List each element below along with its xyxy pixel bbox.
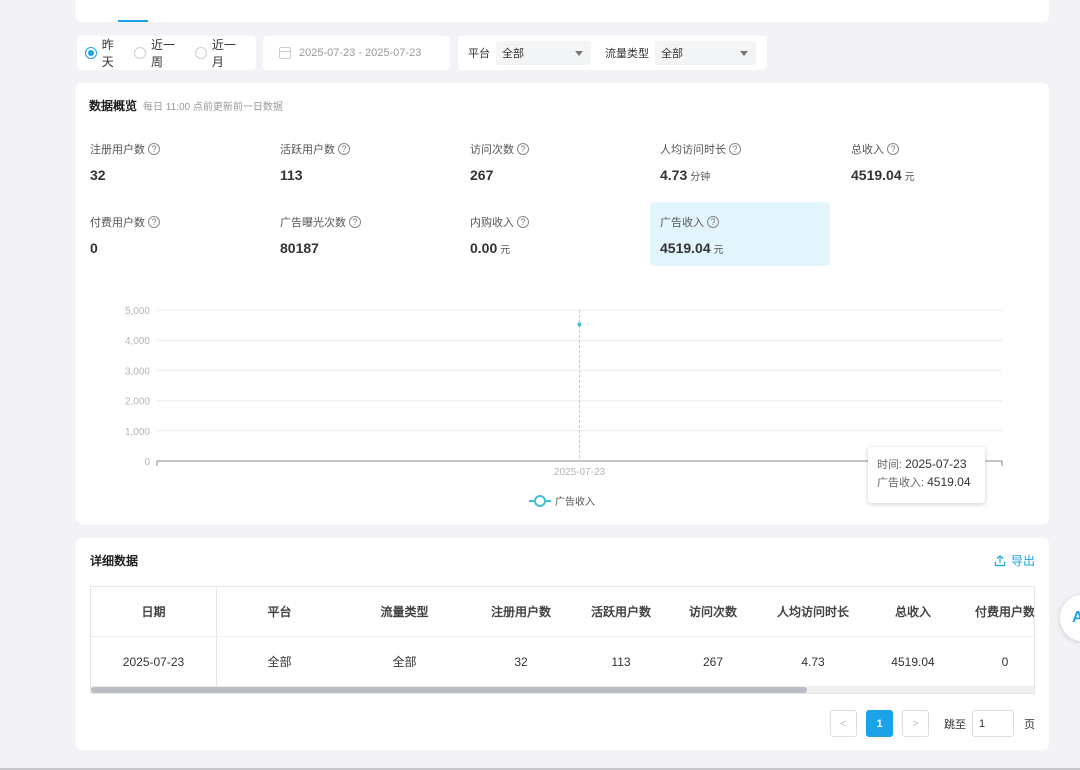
x-tick-label: 2025-07-23 [554, 467, 606, 478]
table-header-row: 日期 平台 流量类型 注册用户数 活跃用户数 访问次数 人均访问时长 总收入 付费用户数 [91, 587, 1034, 637]
jump-label: 跳至 [944, 718, 966, 731]
page-1-button[interactable]: 1 [866, 710, 893, 737]
prev-page-button[interactable]: < [830, 710, 857, 737]
table-cell: 267 [702, 654, 724, 669]
detail-table: 日期 平台 流量类型 注册用户数 活跃用户数 访问次数 人均访问时长 总收入 付费用户数 202… [90, 586, 1035, 694]
pagination: < 1 > 跳至 1 页 [821, 710, 1035, 737]
table-row: 2025-07-23 全部 全部 32 113 267 4.73 4519.04 0 [91, 637, 1034, 687]
detail-title: 详细数据 [90, 554, 139, 568]
export-icon [994, 554, 1006, 566]
chart-tooltip: 时间: 2025-07-23 广告收入: 4519.04 [868, 447, 985, 503]
table-cell: 0 [1001, 654, 1009, 669]
column-header: 付费用户数 [974, 605, 1035, 619]
column-header: 访问次数 [688, 605, 737, 619]
table-cell: 4.73 [801, 654, 825, 669]
column-header: 流量类型 [380, 605, 429, 619]
table-cell: 2025-07-23 [91, 637, 217, 686]
y-tick-label: 5,000 [125, 306, 150, 317]
y-tick-label: 4,000 [125, 336, 150, 347]
column-header: 活跃用户数 [590, 605, 651, 619]
column-header: 日期 [91, 587, 217, 636]
table-cell: 32 [514, 654, 528, 669]
y-tick-label: 3,000 [125, 366, 150, 377]
tooltip-time-value: 2025-07-23 [905, 457, 967, 471]
column-header: 总收入 [894, 605, 931, 619]
detail-card: 详细数据 导出 日期 平台 流量类型 注册用户数 活跃用户数 访问次数 人均访问时长 总收入 付… [76, 538, 1049, 750]
horizontal-scrollbar[interactable] [91, 687, 1034, 693]
y-tick-label: 0 [144, 457, 150, 468]
tooltip-value-label: 广告收入: [877, 477, 925, 489]
column-header: 注册用户数 [490, 605, 551, 619]
y-tick-label: 1,000 [125, 427, 150, 438]
export-button[interactable]: 导出 [994, 552, 1035, 569]
y-tick-label: 2,000 [125, 397, 150, 408]
assistant-icon: A [1072, 609, 1080, 626]
legend-label: 广告收入 [555, 495, 595, 508]
export-label: 导出 [1010, 554, 1035, 568]
next-page-button[interactable]: > [902, 710, 929, 737]
tooltip-value: 4519.04 [927, 475, 971, 489]
table-cell: 113 [611, 654, 631, 669]
table-cell: 全部 [392, 655, 417, 669]
legend-marker [534, 495, 546, 507]
tooltip-time-label: 时间: [877, 459, 903, 471]
floating-assistant-button[interactable]: A [1060, 595, 1080, 641]
scrollbar-thumb[interactable] [91, 687, 807, 693]
column-header: 人均访问时长 [776, 605, 849, 619]
data-point [577, 322, 582, 327]
table-cell: 4519.04 [891, 654, 935, 669]
page-suffix: 页 [1024, 718, 1035, 731]
table-cell: 全部 [267, 655, 292, 669]
column-header: 平台 [267, 605, 292, 619]
jump-page-input[interactable]: 1 [972, 710, 1014, 737]
